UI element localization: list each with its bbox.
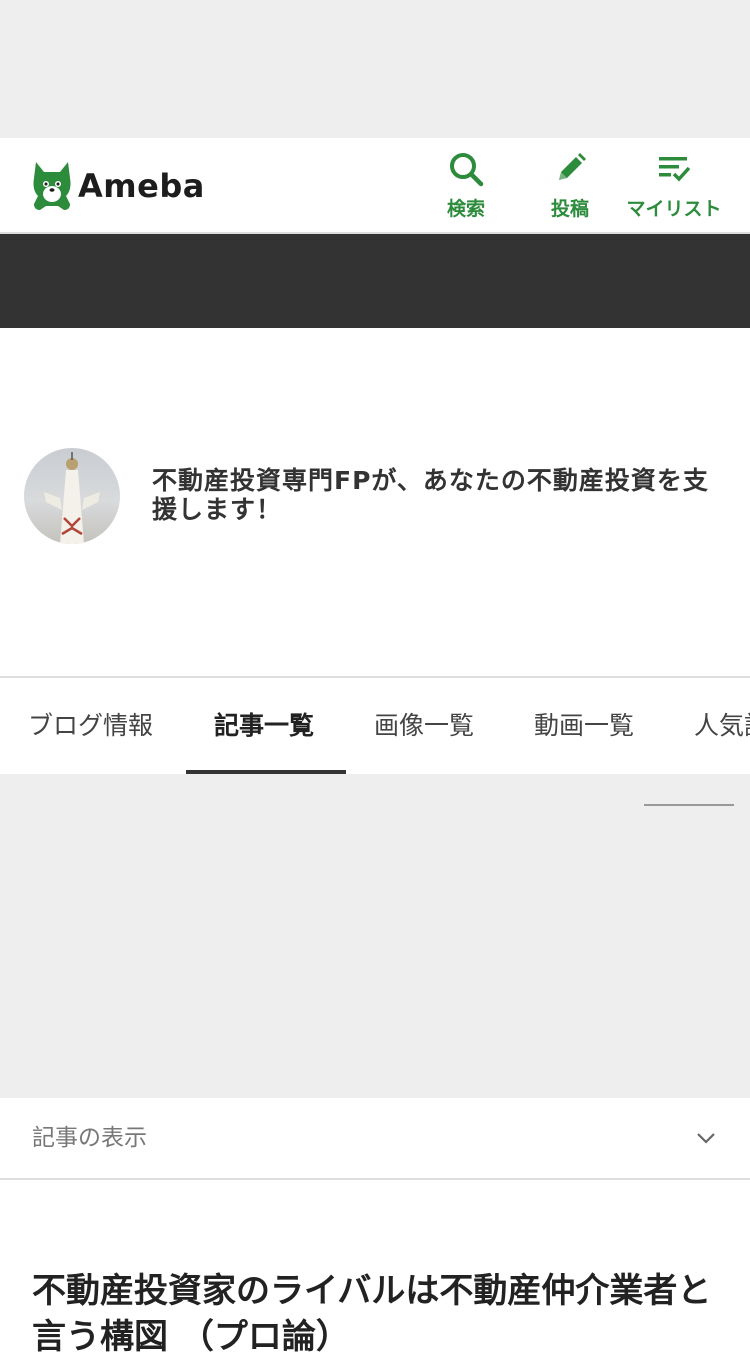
mylist-button[interactable]: マイリスト [624, 150, 724, 226]
blog-tabs: ブログ情報 記事一覧 画像一覧 動画一覧 人気記事 [0, 676, 750, 776]
tab-popular-articles[interactable]: 人気記事 [694, 678, 750, 774]
pencil-icon [559, 153, 586, 180]
top-ad-area [0, 0, 750, 138]
app-header: Ameba 検索 投稿 マイリスト [0, 138, 750, 234]
tower-of-sun-image [44, 452, 100, 544]
ad-divider [644, 804, 734, 806]
tab-image-list[interactable]: 画像一覧 [374, 678, 474, 774]
mylist-label: マイリスト [626, 198, 722, 220]
chevron-down-icon [697, 1133, 715, 1144]
blog-avatar[interactable] [24, 448, 120, 544]
mylist-icon [659, 157, 691, 182]
search-button[interactable]: 検索 [416, 150, 516, 226]
search-icon [450, 153, 484, 187]
post-button[interactable]: 投稿 [520, 150, 620, 226]
tab-article-list[interactable]: 記事一覧 [214, 678, 314, 774]
blog-profile: 不動産投資専門FPが、あなたの不動産投資を支援します！ [0, 328, 750, 676]
tab-video-list[interactable]: 動画一覧 [534, 678, 634, 774]
tab-blog-info[interactable]: ブログ情報 [28, 678, 153, 774]
article-display-selector[interactable]: 記事の表示 [0, 1098, 750, 1180]
logo-text: Ameba [78, 167, 205, 205]
blog-header-band [0, 234, 750, 328]
search-label: 検索 [446, 198, 485, 220]
post-label: 投稿 [550, 198, 589, 220]
article-display-label: 記事の表示 [32, 1125, 147, 1151]
blog-title[interactable]: 不動産投資専門FPが、あなたの不動産投資を支援します！ [152, 466, 722, 524]
ameba-logo[interactable]: Ameba [30, 160, 205, 212]
ameba-mascot-icon [33, 162, 71, 210]
ad-area [0, 774, 750, 1098]
article-title[interactable]: 不動産投資家のライバルは不動産仲介業者と言う構図 （プロ論） [32, 1268, 722, 1360]
